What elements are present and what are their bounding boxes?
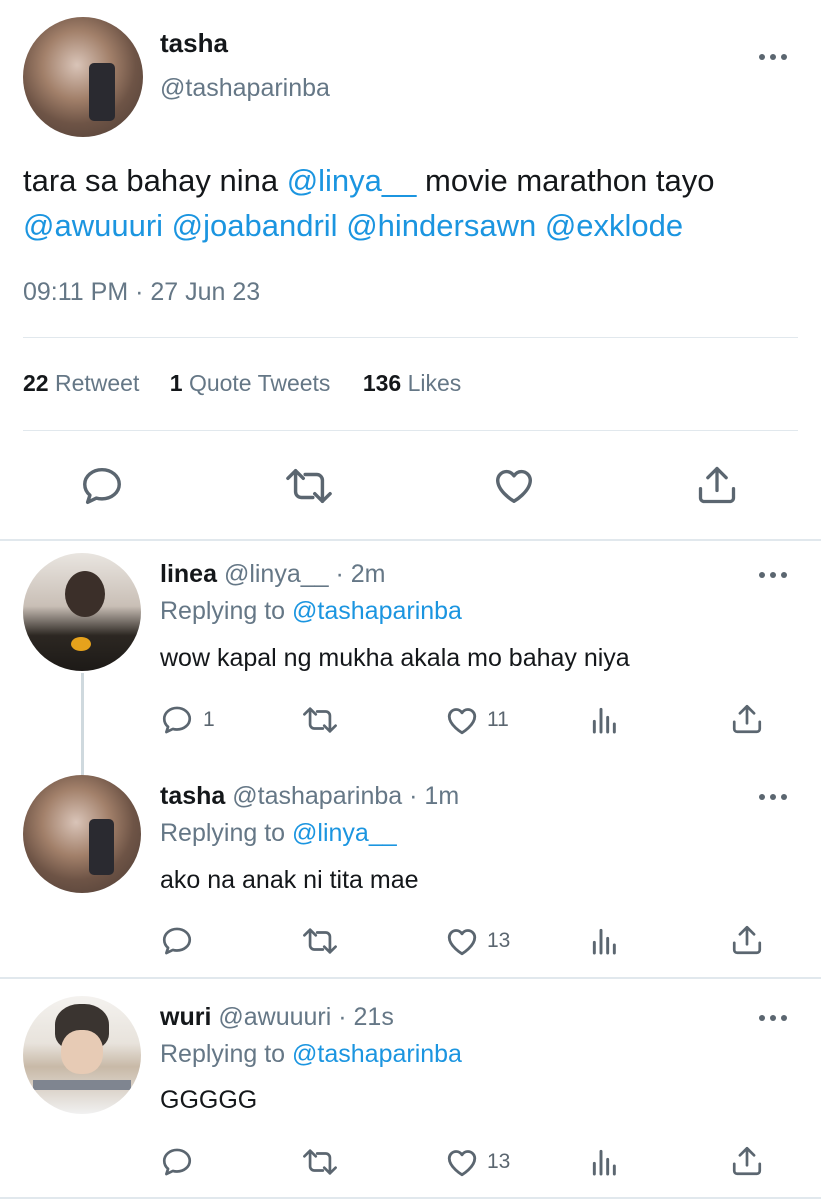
share-icon[interactable] <box>730 923 764 957</box>
share-icon[interactable] <box>730 702 764 736</box>
timestamp-separator: · <box>135 278 144 306</box>
more-options-icon[interactable] <box>759 794 787 800</box>
more-options-icon[interactable] <box>759 572 787 578</box>
like-count: 13 <box>487 1150 511 1173</box>
retweet-icon[interactable] <box>283 463 335 509</box>
share-icon[interactable] <box>695 463 739 507</box>
like-icon[interactable] <box>444 923 480 959</box>
mention-link[interactable]: @awuuuri <box>23 208 163 243</box>
reply-display-name[interactable]: wuri <box>160 1003 211 1031</box>
author-handle[interactable]: @tashaparinba <box>160 74 330 103</box>
quotes-stat[interactable]: 1 Quote Tweets <box>170 370 331 396</box>
reply-display-name[interactable]: linea <box>160 560 217 588</box>
reply-time[interactable]: · 1m <box>409 782 459 810</box>
divider <box>23 430 798 431</box>
tweet-text-part: movie marathon tayo <box>416 163 715 198</box>
section-divider <box>0 1197 821 1199</box>
tweet-timestamp[interactable]: 09:11 PM · 27 Jun 23 <box>23 278 260 307</box>
author-display-name[interactable]: tasha <box>160 28 228 59</box>
reply-header: linea @linya__ · 2m <box>160 560 386 589</box>
reply-text: ako na anak ni tita mae <box>160 866 419 894</box>
likes-stat[interactable]: 136 Likes <box>363 370 461 396</box>
reply-icon[interactable] <box>79 463 125 509</box>
retweets-stat[interactable]: 22 Retweet <box>23 370 139 396</box>
reply-icon[interactable] <box>160 1145 194 1179</box>
analytics-icon[interactable] <box>588 704 622 736</box>
reply-icon[interactable] <box>160 703 194 737</box>
replying-to-label: Replying to <box>160 819 286 847</box>
like-icon[interactable] <box>490 462 538 508</box>
reply-avatar[interactable] <box>23 553 141 671</box>
reply-header: tasha @tashaparinba · 1m <box>160 782 459 811</box>
reply-handle[interactable]: @tashaparinba <box>232 782 402 810</box>
like-count: 11 <box>487 708 509 731</box>
reply-avatar[interactable] <box>23 775 141 893</box>
reply-display-name[interactable]: tasha <box>160 782 225 810</box>
reply-text: GGGGG <box>160 1086 258 1114</box>
reply-time[interactable]: · 21s <box>338 1003 394 1031</box>
thread-line <box>81 673 84 775</box>
tweet-date: 27 Jun 23 <box>150 278 261 306</box>
replying-to-mention[interactable]: @tashaparinba <box>292 597 462 625</box>
reply-header: wuri @awuuuri · 21s <box>160 1003 394 1032</box>
analytics-icon[interactable] <box>588 925 622 957</box>
replying-to-label: Replying to <box>160 1040 286 1068</box>
retweet-icon[interactable] <box>301 924 339 958</box>
reply-count: 1 <box>203 708 215 731</box>
replying-to-mention[interactable]: @linya__ <box>292 819 397 847</box>
like-icon[interactable] <box>444 702 480 738</box>
reply-handle[interactable]: @linya__ <box>224 560 329 588</box>
more-options-icon[interactable] <box>759 54 787 60</box>
replying-to: Replying to @linya__ <box>160 819 397 848</box>
retweet-icon[interactable] <box>301 1145 339 1179</box>
retweets-label: Retweet <box>54 370 140 396</box>
tweet-text-part: tara sa bahay nina <box>23 163 287 198</box>
mention-link[interactable]: @hindersawn <box>346 208 536 243</box>
reply-time[interactable]: · 2m <box>336 560 386 588</box>
analytics-icon[interactable] <box>588 1146 622 1178</box>
divider <box>23 337 798 338</box>
replying-to: Replying to @tashaparinba <box>160 597 462 626</box>
author-avatar[interactable] <box>23 17 143 137</box>
tweet-stats: 22 Retweet 1 Quote Tweets 136 Likes <box>23 370 461 397</box>
mention-link[interactable]: @exklode <box>545 208 683 243</box>
quotes-count: 1 <box>169 370 183 396</box>
replying-to: Replying to @tashaparinba <box>160 1040 462 1069</box>
retweet-icon[interactable] <box>301 703 339 737</box>
reply-handle[interactable]: @awuuuri <box>218 1003 331 1031</box>
reply-icon[interactable] <box>160 924 194 958</box>
like-icon[interactable] <box>444 1144 480 1180</box>
replying-to-label: Replying to <box>160 597 286 625</box>
reply-avatar[interactable] <box>23 996 141 1114</box>
like-count: 13 <box>487 929 511 952</box>
more-options-icon[interactable] <box>759 1015 787 1021</box>
replying-to-mention[interactable]: @tashaparinba <box>292 1040 462 1068</box>
section-divider <box>0 977 821 979</box>
share-icon[interactable] <box>730 1144 764 1178</box>
tweet-time: 09:11 PM <box>23 278 129 306</box>
likes-label: Likes <box>407 370 462 396</box>
tweet-text: tara sa bahay nina @linya__ movie marath… <box>23 158 813 248</box>
mention-link[interactable]: @linya__ <box>287 163 417 198</box>
mention-link[interactable]: @joabandril <box>172 208 338 243</box>
likes-count: 136 <box>362 370 402 396</box>
reply-text: wow kapal ng mukha akala mo bahay niya <box>160 644 630 672</box>
retweets-count: 22 <box>23 370 49 396</box>
quotes-label: Quote Tweets <box>188 370 331 396</box>
section-divider <box>0 539 821 541</box>
